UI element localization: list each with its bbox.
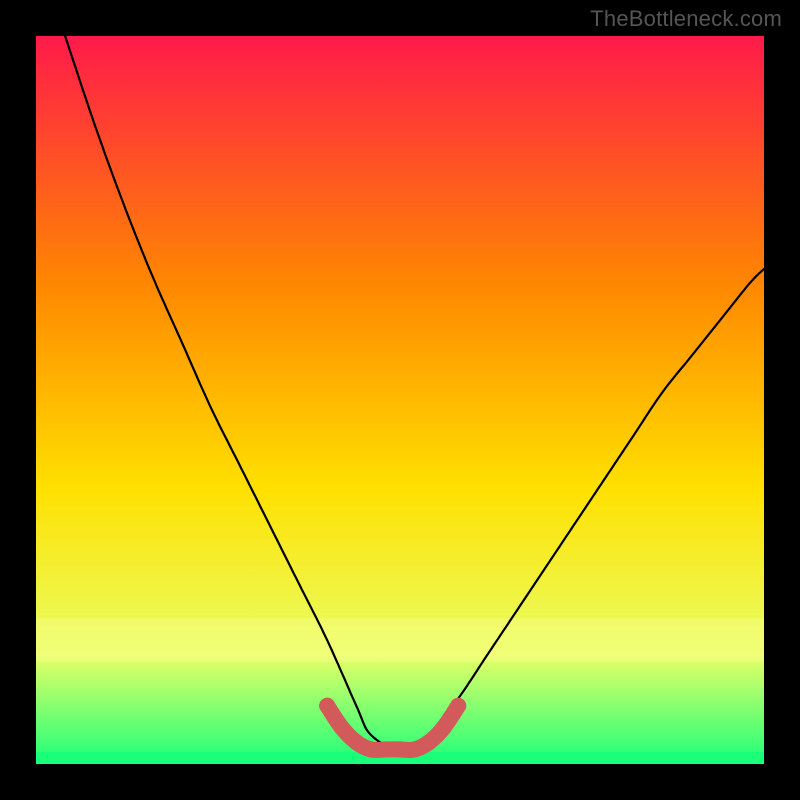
optimal-range-dot [436,720,452,736]
optimal-range-dot [407,741,423,757]
optimal-range-dot [363,741,379,757]
optimal-range-dot [319,698,335,714]
optimal-range-dot [377,741,393,757]
chart-svg [36,36,764,764]
watermark-text: TheBottleneck.com [590,6,782,32]
optimal-range-dot [421,734,437,750]
optimal-range-dot [348,734,364,750]
plot-area [36,36,764,764]
optimal-range-dot [392,741,408,757]
chart-frame: TheBottleneck.com [0,0,800,800]
optimal-range-dot [334,720,350,736]
optimal-range-dot [450,698,466,714]
